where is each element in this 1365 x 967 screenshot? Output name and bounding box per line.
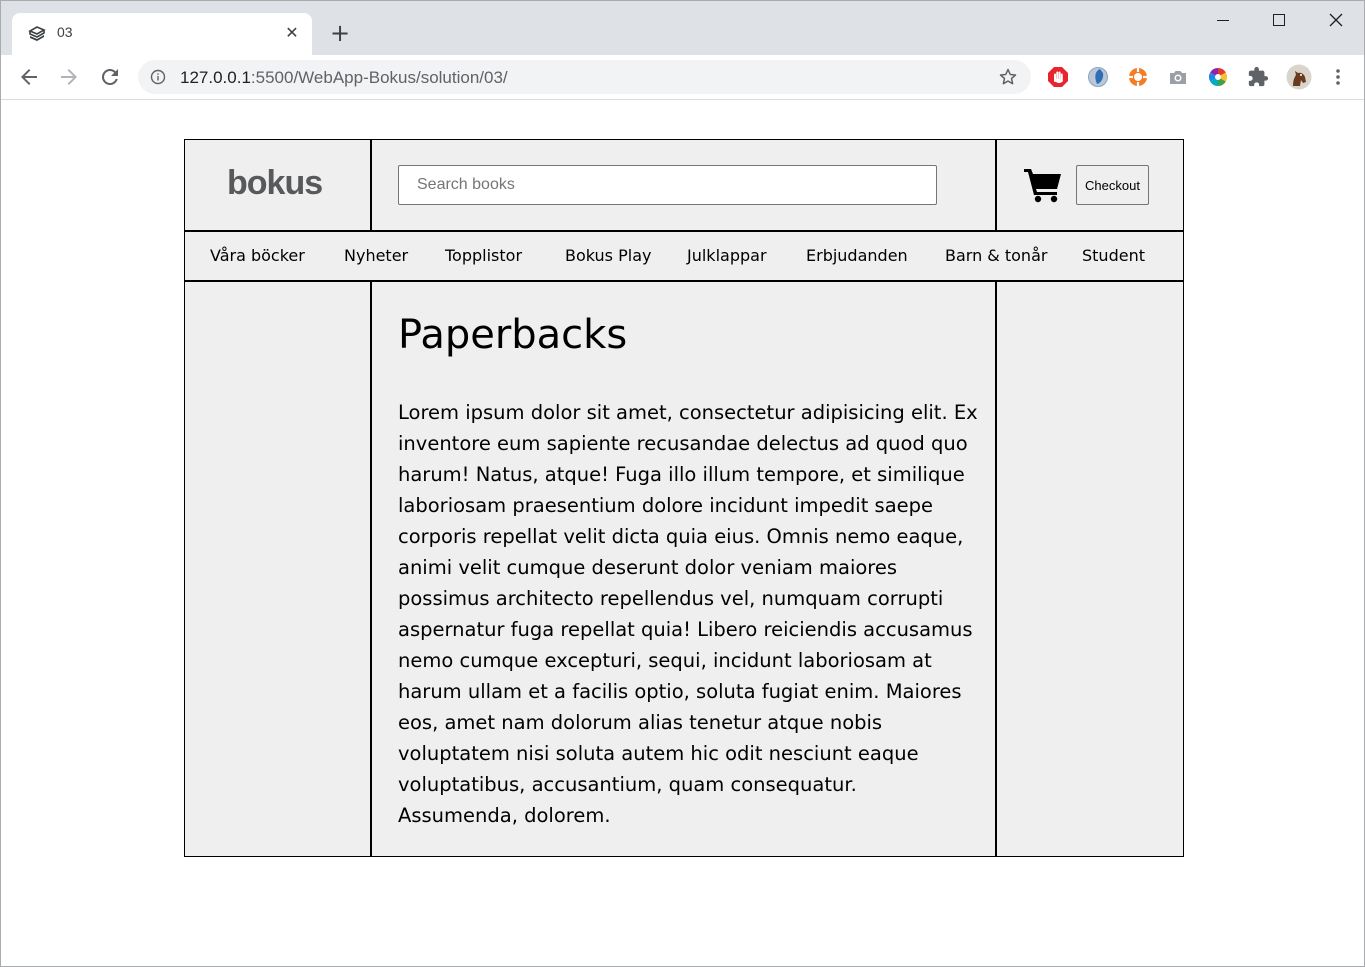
main-nav: Våra böcker Nyheter Topplistor Bokus Pla… <box>185 232 1183 282</box>
search-cell <box>372 140 997 232</box>
content-area: Paperbacks Lorem ipsum dolor sit amet, c… <box>185 282 1183 856</box>
cart-cell: Checkout <box>997 140 1183 232</box>
maximize-button[interactable] <box>1264 7 1294 33</box>
nav-item-bokus-play[interactable]: Bokus Play <box>565 246 651 265</box>
star-icon[interactable] <box>998 67 1018 87</box>
site-header: bokus Checkout <box>185 140 1183 232</box>
tab-close-icon[interactable]: ✕ <box>282 23 302 43</box>
book-stack-icon <box>28 26 46 41</box>
minimize-icon <box>1217 20 1229 21</box>
arrow-left-icon[interactable] <box>17 65 41 89</box>
left-sidebar <box>185 282 372 856</box>
url-host: 127.0.0.1 <box>180 68 251 87</box>
nav-item-julklappar[interactable]: Julklappar <box>687 246 767 265</box>
new-tab-button[interactable]: + <box>327 20 353 46</box>
minimize-button[interactable] <box>1208 7 1238 33</box>
browser-window: 03 ✕ + 127.0.0.1:5500/WebApp-Bokus/solut… <box>0 0 1365 967</box>
nav-item-erbjudanden[interactable]: Erbjudanden <box>806 246 908 265</box>
main-column: Paperbacks Lorem ipsum dolor sit amet, c… <box>372 282 997 856</box>
nav-item-vara-bocker[interactable]: Våra böcker <box>210 246 305 265</box>
address-bar[interactable]: 127.0.0.1:5500/WebApp-Bokus/solution/03/ <box>138 60 1031 94</box>
logo-cell: bokus <box>185 140 372 232</box>
checkout-button[interactable]: Checkout <box>1076 165 1149 205</box>
profile-avatar[interactable] <box>1286 64 1312 90</box>
close-window-button[interactable] <box>1321 7 1351 33</box>
search-input[interactable] <box>398 165 937 205</box>
browser-tab[interactable]: 03 ✕ <box>12 13 312 55</box>
shopping-cart-icon[interactable] <box>1024 167 1062 203</box>
nav-item-topplistor[interactable]: Topplistor <box>445 246 522 265</box>
reload-icon[interactable] <box>98 65 122 89</box>
tab-title: 03 <box>57 24 73 40</box>
camera-extension-icon[interactable] <box>1167 66 1189 88</box>
nav-item-barn-tonar[interactable]: Barn & tonår <box>945 246 1047 265</box>
body-text: Lorem ipsum dolor sit amet, consectetur … <box>398 401 978 827</box>
nav-item-nyheter[interactable]: Nyheter <box>344 246 408 265</box>
maximize-icon <box>1273 14 1285 26</box>
blue-sphere-extension-icon[interactable] <box>1087 66 1109 88</box>
lifebuoy-extension-icon[interactable] <box>1127 66 1149 88</box>
right-sidebar <box>997 282 1183 856</box>
browser-toolbar: 127.0.0.1:5500/WebApp-Bokus/solution/03/ <box>1 55 1364 100</box>
url-text: 127.0.0.1:5500/WebApp-Bokus/solution/03/ <box>180 68 508 88</box>
url-path: :5500/WebApp-Bokus/solution/03/ <box>250 68 508 87</box>
nav-item-student[interactable]: Student <box>1082 246 1145 265</box>
puzzle-icon[interactable] <box>1247 66 1269 88</box>
page-grid: bokus Checkout Våra böcker Nyheter Toppl… <box>184 139 1184 857</box>
page-title: Paperbacks <box>398 312 628 358</box>
color-wheel-extension-icon[interactable] <box>1207 66 1229 88</box>
stop-hand-extension-icon[interactable] <box>1047 66 1069 88</box>
bokus-logo[interactable]: bokus <box>227 164 323 203</box>
more-vert-icon[interactable] <box>1327 66 1349 88</box>
arrow-right-icon[interactable] <box>57 65 81 89</box>
close-icon <box>1329 13 1343 27</box>
info-icon[interactable] <box>150 69 166 85</box>
tab-strip: 03 ✕ + <box>1 1 1364 55</box>
